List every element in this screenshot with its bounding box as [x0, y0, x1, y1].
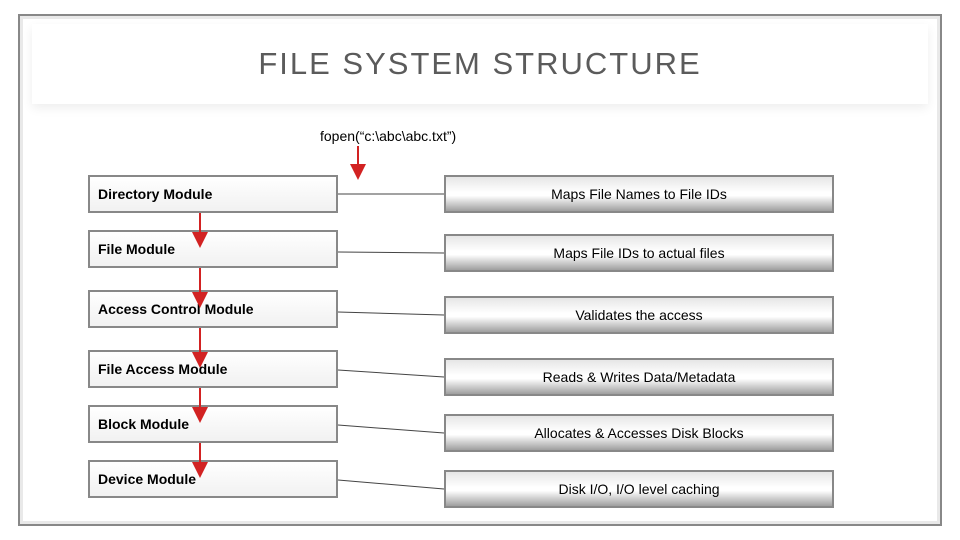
desc-directory: Maps File Names to File IDs: [444, 175, 834, 213]
module-file: File Module: [88, 230, 338, 268]
page-title: FILE SYSTEM STRUCTURE: [258, 46, 701, 82]
module-directory: Directory Module: [88, 175, 338, 213]
desc-block: Allocates & Accesses Disk Blocks: [444, 414, 834, 452]
module-file-access: File Access Module: [88, 350, 338, 388]
title-container: FILE SYSTEM STRUCTURE: [32, 24, 928, 104]
module-device: Device Module: [88, 460, 338, 498]
desc-access-control: Validates the access: [444, 296, 834, 334]
fopen-call-label: fopen(“c:\abc\abc.txt”): [320, 128, 456, 144]
desc-file-access: Reads & Writes Data/Metadata: [444, 358, 834, 396]
desc-file: Maps File IDs to actual files: [444, 234, 834, 272]
module-access-control: Access Control Module: [88, 290, 338, 328]
module-block: Block Module: [88, 405, 338, 443]
desc-device: Disk I/O, I/O level caching: [444, 470, 834, 508]
